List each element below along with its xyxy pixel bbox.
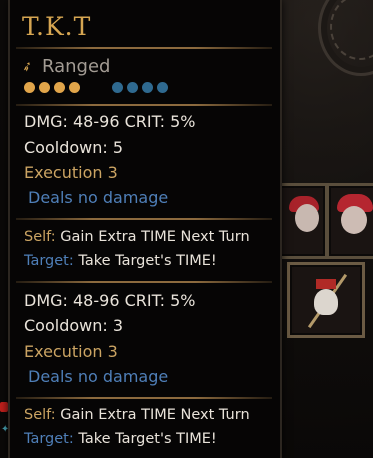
face-shape [341,206,367,234]
skull-icon [314,289,338,315]
section-divider [16,218,272,220]
stats-line: DMG: 48-96 CRIT: 5% [24,291,196,310]
self-label: Self: [24,229,56,245]
section-divider [16,397,272,399]
skill-icon-skull-spear[interactable] [287,262,365,338]
target-rank-pip [157,82,168,93]
self-label: Self: [24,407,56,423]
launch-rank-pip [24,82,35,93]
target-rank-pip [127,82,138,93]
target-rank-pip [142,82,153,93]
title-divider [16,47,272,49]
section-divider [16,281,272,283]
effect-line: Deals no damage [28,188,169,207]
self-effect-line: Self: Gain Extra TIME Next Turn [24,407,250,423]
self-effect-text: Gain Extra TIME Next Turn [60,407,250,423]
sparkle-icon: ✦ [1,424,10,435]
stats-line: DMG: 48-96 CRIT: 5% [24,112,196,131]
cooldown-line: Cooldown: 3 [24,316,124,335]
rank-pips [24,82,168,93]
hero-portrait-2[interactable] [326,183,373,259]
launch-rank-pip [39,82,50,93]
skill-type-row: ➶ Ranged [19,56,111,77]
launch-rank-pip [54,82,65,93]
cooldown-line: Cooldown: 5 [24,138,124,157]
execution-line: Execution 3 [24,342,118,361]
skill-tooltip: T.K.T ➶ Ranged DMG: 48-96 CRIT: 5% Coold… [8,0,282,458]
launch-rank-pip [69,82,80,93]
target-label: Target: [24,431,74,447]
execution-line: Execution 3 [24,163,118,182]
game-screen: ✦ T.K.T ➶ Ranged DMG: 48-96 CRIT: 5% Coo… [0,0,373,458]
target-effect-line: Target: Take Target's TIME! [24,431,217,447]
self-effect-text: Gain Extra TIME Next Turn [60,229,250,245]
self-effect-line: Self: Gain Extra TIME Next Turn [24,229,250,245]
target-effect-text: Take Target's TIME! [78,253,217,269]
alert-icon [0,402,8,412]
target-label: Target: [24,253,74,269]
face-shape [295,204,319,232]
crown-icon [316,279,336,289]
target-rank-pip [112,82,123,93]
bow-icon: ➶ [19,57,36,76]
section-divider [16,104,272,106]
skill-title: T.K.T [22,12,92,41]
target-effect-text: Take Target's TIME! [78,431,217,447]
skill-type-label: Ranged [42,56,111,77]
pip-spacer [84,82,108,93]
target-effect-line: Target: Take Target's TIME! [24,253,217,269]
effect-line: Deals no damage [28,367,169,386]
